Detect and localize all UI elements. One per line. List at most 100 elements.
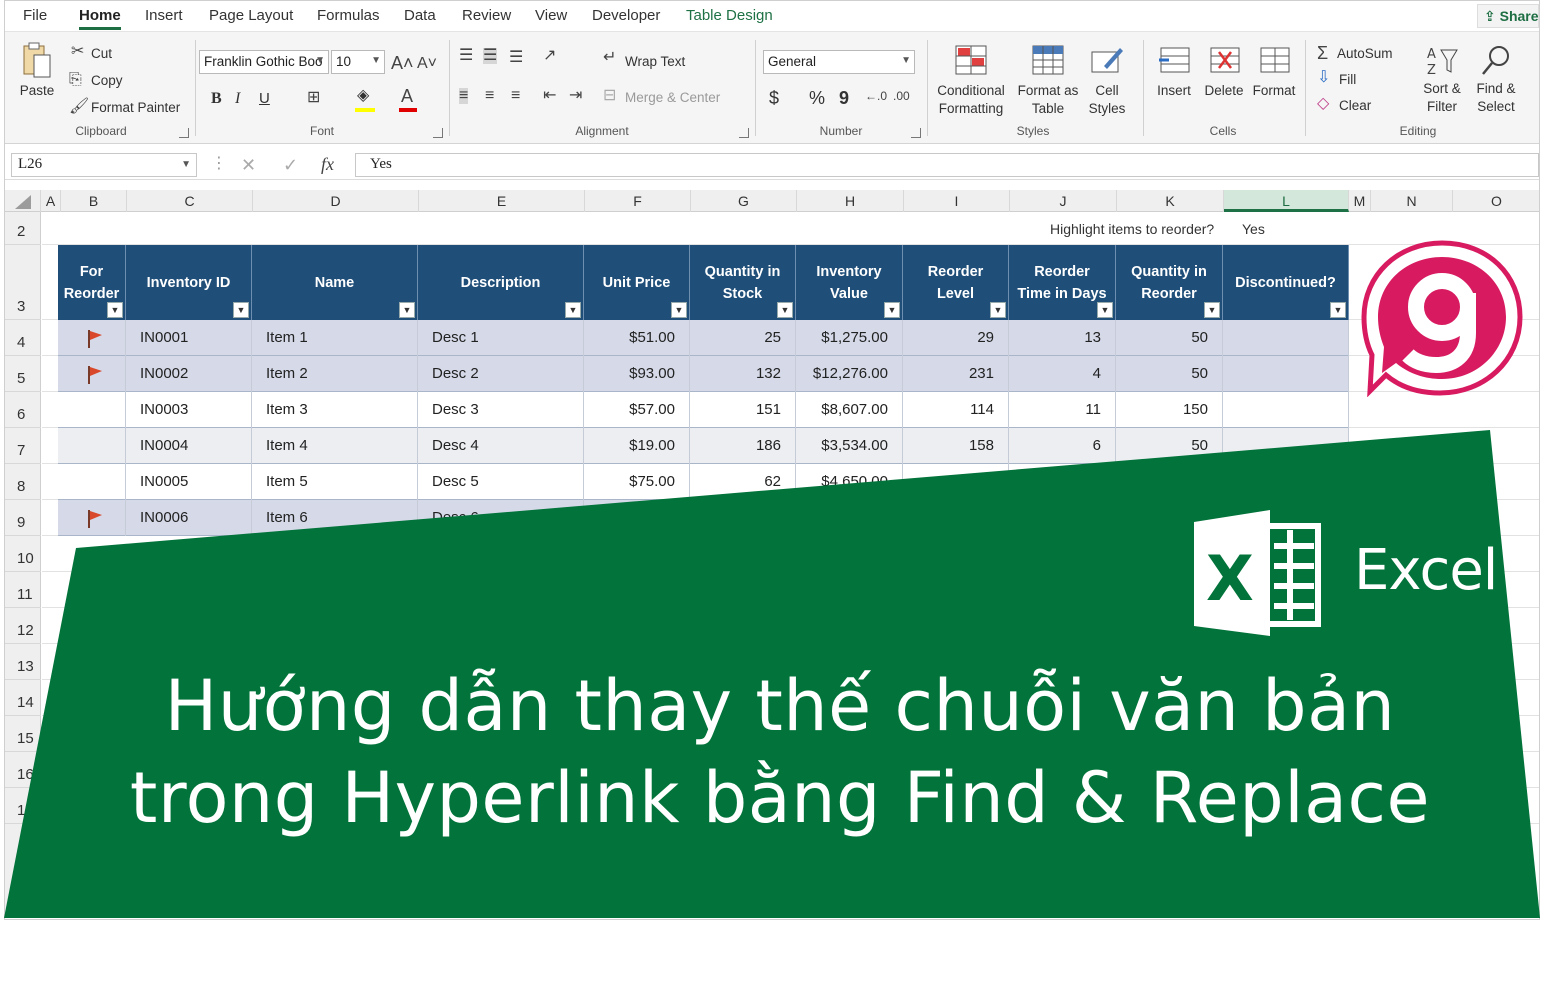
cell-value[interactable]: $3,534.00 [796, 428, 903, 464]
tab-insert[interactable]: Insert [145, 7, 183, 24]
merge-center-button[interactable]: Merge & Center [625, 90, 720, 105]
cell-price[interactable]: $19.00 [584, 428, 690, 464]
column-header-f[interactable]: F [585, 190, 691, 212]
row-header-13[interactable]: 13 [5, 644, 41, 680]
format-painter-icon[interactable]: 🖌 [69, 99, 89, 115]
cell-reorder[interactable]: 50 [1116, 428, 1223, 464]
tab-view[interactable]: View [535, 7, 567, 24]
column-header-h[interactable]: H [797, 190, 904, 212]
column-header-d[interactable]: D [253, 190, 419, 212]
format-painter-button[interactable]: Format Painter [91, 100, 180, 115]
wrap-text-button[interactable]: Wrap Text [625, 54, 685, 69]
row-header-14[interactable]: 14 [5, 680, 41, 716]
cell-days[interactable] [1009, 500, 1116, 536]
reorder-cell[interactable] [58, 500, 126, 536]
reorder-cell[interactable] [58, 428, 126, 464]
cell-discontinued[interactable] [1223, 392, 1349, 428]
row-header-17[interactable]: 17 [5, 788, 41, 824]
table-row[interactable]: IN0002 Item 2 Desc 2 $93.00 132 $12,276.00 231… [58, 356, 1349, 392]
font-size-select[interactable]: 10 ▼ [331, 50, 385, 74]
font-color-icon[interactable]: A [401, 87, 413, 105]
cell-value[interactable]: $8,607.00 [796, 392, 903, 428]
align-middle-icon[interactable]: ☰ [483, 48, 498, 64]
select-all-corner[interactable] [5, 190, 41, 212]
cell-level[interactable]: 114 [903, 392, 1009, 428]
cell-reorder[interactable]: 50 [1116, 356, 1223, 392]
column-header-a[interactable]: A [41, 190, 61, 212]
tab-review[interactable]: Review [462, 7, 511, 24]
row-header-15[interactable]: 15 [5, 716, 41, 752]
cell-discontinued[interactable] [1223, 320, 1349, 356]
table-row[interactable]: IN0005 Item 5 Desc 5 $75.00 62 $4,650.00 [58, 464, 1349, 500]
comma-button[interactable]: 9 [839, 88, 849, 109]
row-header-4[interactable]: 4 [5, 320, 41, 356]
column-header-e[interactable]: E [419, 190, 585, 212]
font-family-select[interactable]: Franklin Gothic Boo ▼ [199, 50, 329, 74]
cell-styles-button[interactable]: Cell Styles [1079, 44, 1135, 118]
column-header-i[interactable]: I [904, 190, 1010, 212]
reorder-cell[interactable] [58, 320, 126, 356]
name-box[interactable]: L26 ▼ [11, 153, 197, 177]
cell-price[interactable]: $93.00 [584, 356, 690, 392]
tab-file[interactable]: File [23, 7, 47, 24]
clear-button[interactable]: Clear [1339, 98, 1371, 113]
cell-desc[interactable]: Desc 5 [418, 464, 584, 500]
clipboard-launcher[interactable] [179, 128, 189, 138]
cell-level[interactable]: 158 [903, 428, 1009, 464]
cell-value[interactable]: $12,276.00 [796, 356, 903, 392]
column-header-g[interactable]: G [691, 190, 797, 212]
cell-level[interactable]: 231 [903, 356, 1009, 392]
cell-reorder[interactable]: 150 [1116, 392, 1223, 428]
column-header-o[interactable]: O [1453, 190, 1539, 212]
cell-days[interactable]: 11 [1009, 392, 1116, 428]
cell-reorder[interactable]: 50 [1116, 320, 1223, 356]
tab-developer[interactable]: Developer [592, 7, 660, 24]
fill-icon[interactable]: ⇩ [1317, 70, 1330, 86]
delete-cells-button[interactable]: Delete [1199, 44, 1249, 100]
row-header-7[interactable]: 7 [5, 428, 41, 464]
tab-data[interactable]: Data [404, 7, 436, 24]
reorder-cell[interactable] [58, 356, 126, 392]
cell-reorder[interactable] [1116, 464, 1223, 500]
filter-dropdown-button[interactable]: ▼ [1204, 302, 1220, 318]
grow-font-icon[interactable]: A˄ [391, 54, 414, 72]
table-row[interactable]: IN0006 Item 6 Desc 6 [58, 500, 1349, 536]
cell-id[interactable]: IN0002 [126, 356, 252, 392]
cell-discontinued[interactable] [1223, 356, 1349, 392]
cell-price[interactable]: $57.00 [584, 392, 690, 428]
cut-icon[interactable]: ✂ [71, 44, 84, 60]
cell-desc[interactable]: Desc 4 [418, 428, 584, 464]
filter-dropdown-button[interactable]: ▼ [1330, 302, 1346, 318]
tab-page-layout[interactable]: Page Layout [209, 7, 293, 24]
copy-button[interactable]: Copy [91, 73, 123, 88]
cell-desc[interactable]: Desc 6 [418, 500, 584, 536]
orientation-icon[interactable]: ↗ [543, 48, 556, 64]
cell-discontinued[interactable] [1223, 464, 1349, 500]
align-right-icon[interactable]: ≡ [511, 88, 520, 104]
cell-id[interactable]: IN0004 [126, 428, 252, 464]
filter-dropdown-button[interactable]: ▼ [671, 302, 687, 318]
filter-dropdown-button[interactable]: ▼ [884, 302, 900, 318]
table-row[interactable]: IN0004 Item 4 Desc 4 $19.00 186 $3,534.00 158 6… [58, 428, 1349, 464]
reorder-cell[interactable] [58, 392, 126, 428]
cell-level[interactable] [903, 464, 1009, 500]
cell-price[interactable]: $51.00 [584, 320, 690, 356]
cell-level[interactable]: 29 [903, 320, 1009, 356]
cell-price[interactable]: $75.00 [584, 464, 690, 500]
bold-button[interactable]: B [211, 90, 222, 108]
align-top-icon[interactable]: ☰ [459, 48, 473, 64]
cell-desc[interactable]: Desc 3 [418, 392, 584, 428]
row-header-3[interactable]: 3 [5, 245, 41, 320]
row-header-12[interactable]: 12 [5, 608, 41, 644]
row-header-2[interactable]: 2 [5, 212, 41, 245]
copy-icon[interactable]: ⎘ [69, 72, 82, 88]
cell-value[interactable]: $4,650.00 [796, 464, 903, 500]
filter-dropdown-button[interactable]: ▼ [565, 302, 581, 318]
cell-name[interactable]: Item 2 [252, 356, 418, 392]
table-row[interactable]: IN0001 Item 1 Desc 1 $51.00 25 $1,275.00 29 13 5… [58, 320, 1349, 356]
tab-home[interactable]: Home [79, 7, 121, 30]
column-header-j[interactable]: J [1010, 190, 1117, 212]
cell-value[interactable] [796, 500, 903, 536]
cell-name[interactable]: Item 5 [252, 464, 418, 500]
insert-cells-button[interactable]: Insert [1149, 44, 1199, 100]
